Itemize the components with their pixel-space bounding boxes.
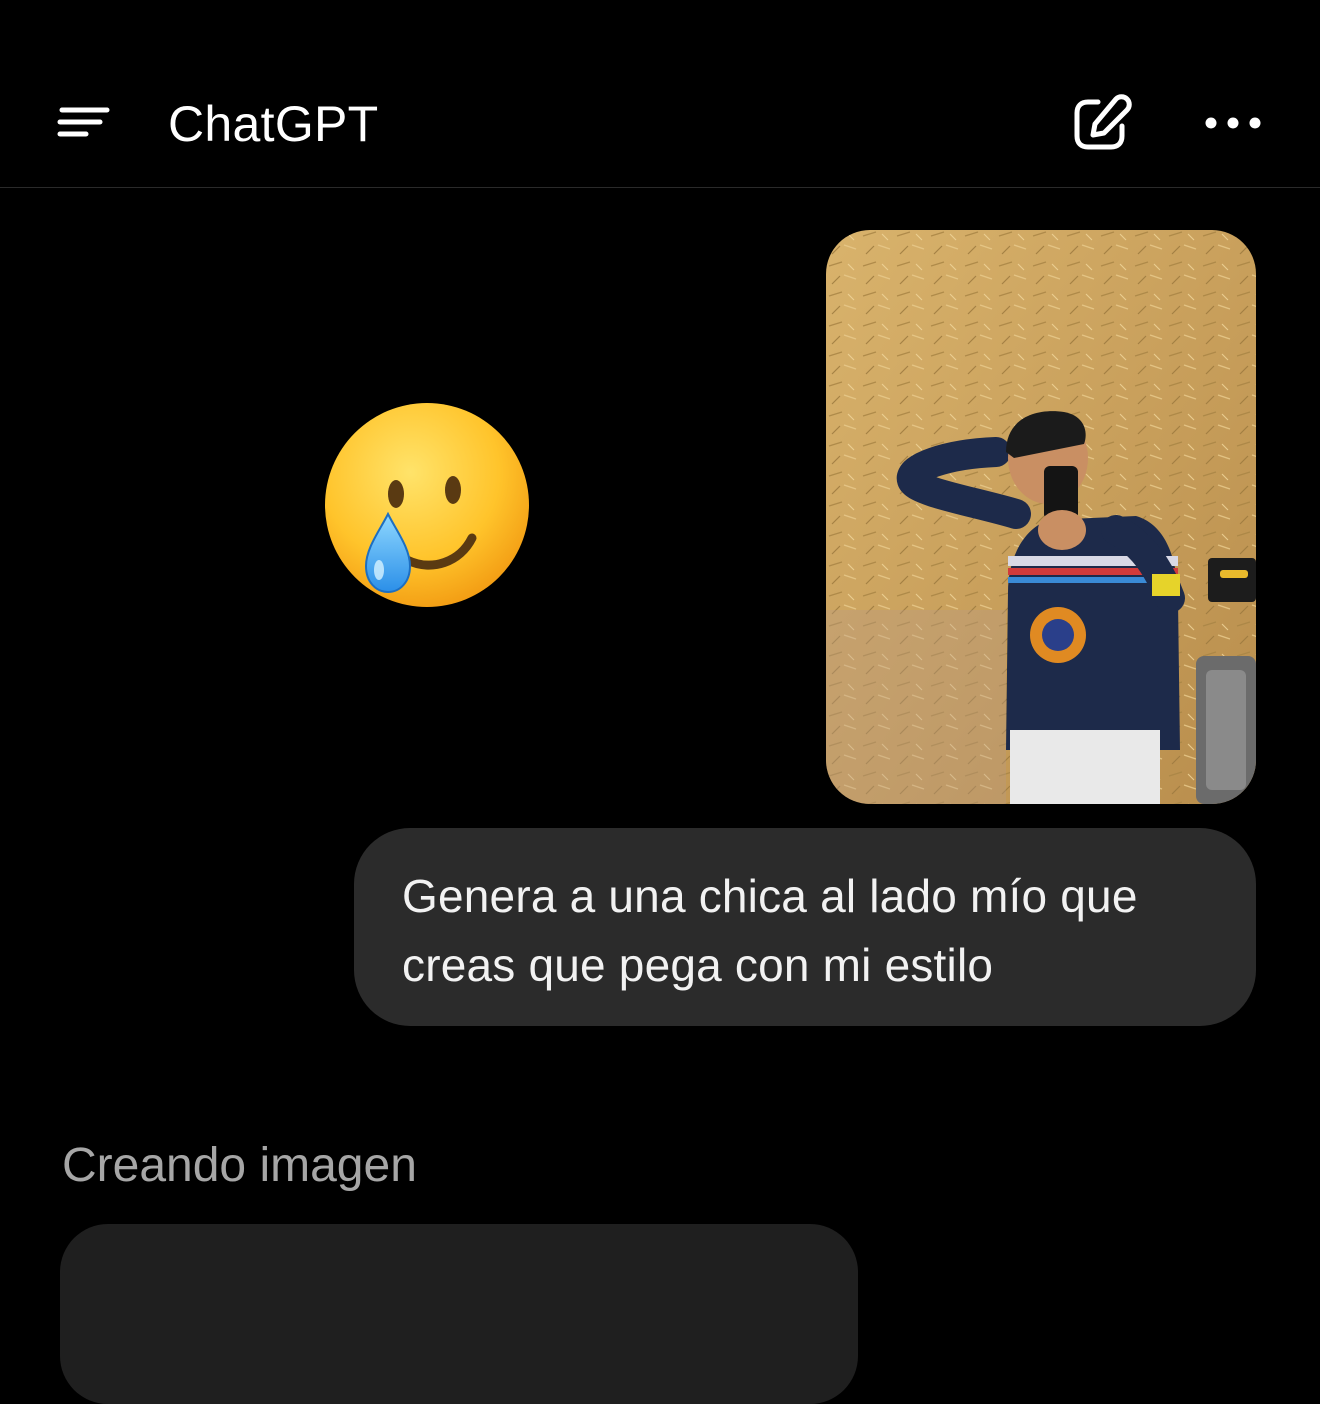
image-generation-placeholder xyxy=(60,1224,858,1404)
user-message-bubble: Genera a una chica al lado mío que creas… xyxy=(354,828,1256,1026)
user-uploaded-photo[interactable] xyxy=(826,230,1256,804)
edit-icon xyxy=(1074,94,1132,150)
top-bar: ChatGPT xyxy=(0,0,1320,188)
smiling-face-with-tear-icon xyxy=(322,402,532,612)
new-chat-button[interactable] xyxy=(1068,92,1134,156)
user-message-text: Genera a una chica al lado mío que creas… xyxy=(402,870,1138,991)
more-options-button[interactable] xyxy=(1198,100,1268,146)
assistant-status-text: Creando imagen xyxy=(62,1139,417,1192)
menu-icon xyxy=(57,107,110,137)
ellipsis-icon xyxy=(1205,117,1261,129)
app-title: ChatGPT xyxy=(168,96,379,152)
selfie-image xyxy=(826,230,1256,804)
menu-button[interactable] xyxy=(50,96,120,152)
